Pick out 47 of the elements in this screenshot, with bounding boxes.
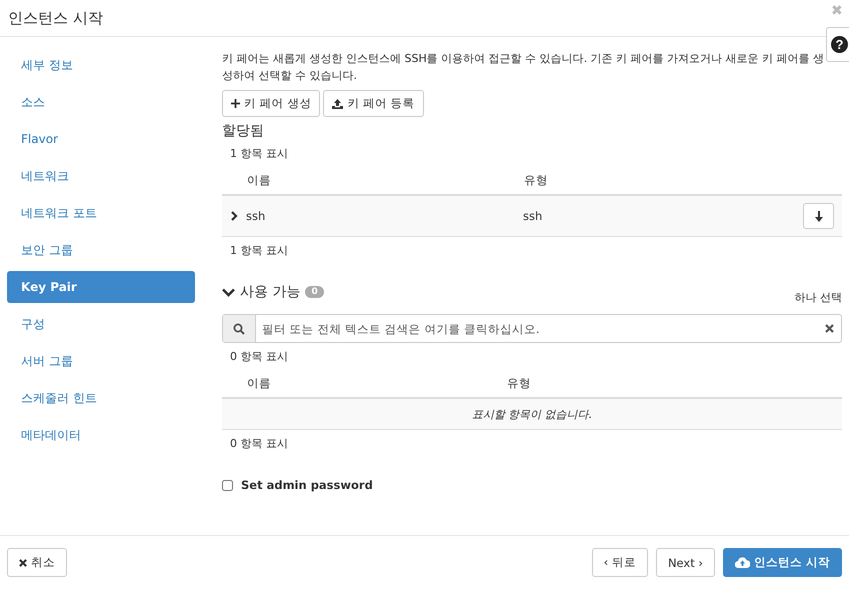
cancel-button[interactable]: 취소	[7, 548, 67, 577]
item-count: 1 항목 표시	[229, 146, 289, 162]
checkbox-label: Set admin password	[241, 478, 373, 492]
cloud-upload-icon	[734, 557, 750, 568]
sidebar-item[interactable]: 보안 그룹	[7, 234, 195, 266]
column-header: 이름	[246, 172, 272, 188]
launch-instance-button[interactable]: 인스턴스 시작	[722, 548, 842, 577]
plus-icon	[231, 99, 240, 108]
sidebar-item[interactable]: 메타데이터	[7, 419, 195, 451]
sidebar-item[interactable]: 세부 정보	[7, 49, 195, 81]
section-title: 할당됨	[222, 122, 265, 140]
sidebar-item[interactable]: 서버 그룹	[7, 345, 195, 377]
sidebar-item[interactable]: 구성	[7, 308, 195, 340]
import-key-pair-button[interactable]: 키 페어 등록	[323, 90, 424, 117]
create-key-pair-button[interactable]: 키 페어 생성	[222, 90, 320, 117]
item-count: 0 항목 표시	[229, 436, 289, 452]
intro-text: 키 페어는 새롭게 생성한 인스턴스에 SSH를 이용하여 접근할 수 있습니다. 기존 키 페어를 가져오거나 새로운 키 페어를 생성하여 선택할 수 있습니다.	[222, 51, 826, 84]
sidebar-item[interactable]: Flavor	[7, 123, 195, 155]
sidebar-item[interactable]: 소스	[7, 86, 195, 118]
column-header: 유형	[524, 172, 548, 188]
empty-message: 표시할 항목이 없습니다.	[472, 406, 592, 422]
clear-icon[interactable]	[825, 324, 834, 333]
item-count: 1 항목 표시	[229, 243, 289, 259]
sidebar-item[interactable]: 스케줄러 힌트	[7, 382, 195, 414]
table-cell-text: ssh	[245, 209, 266, 223]
window-title: 인스턴스 시작	[8, 8, 103, 28]
available-section-toggle[interactable]: 사용 가능	[222, 283, 300, 301]
sidebar-item[interactable]: 네트워크	[7, 160, 195, 192]
sidebar-item[interactable]: 네트워크 포트	[7, 197, 195, 229]
deallocate-button[interactable]	[803, 203, 834, 229]
close-icon	[19, 558, 27, 566]
chevron-down-icon	[222, 288, 235, 296]
column-header: 이름	[246, 376, 272, 390]
item-count: 0 항목 표시	[229, 349, 289, 365]
search-icon	[233, 322, 245, 334]
chevron-right-icon[interactable]	[230, 211, 238, 221]
select-hint: 하나 선택	[794, 290, 842, 304]
checkbox[interactable]	[222, 480, 233, 490]
count-badge: 0	[305, 286, 324, 298]
table-cell-text: ssh	[523, 209, 544, 223]
arrow-down-icon	[814, 210, 824, 222]
sidebar-item[interactable]: Key Pair	[7, 271, 195, 303]
upload-icon	[332, 98, 344, 108]
back-button[interactable]: ‹ 뒤로	[592, 548, 648, 577]
column-header: 유형	[507, 376, 531, 390]
next-button[interactable]: Next ›	[656, 548, 715, 577]
help-button[interactable]: ?	[826, 27, 849, 62]
